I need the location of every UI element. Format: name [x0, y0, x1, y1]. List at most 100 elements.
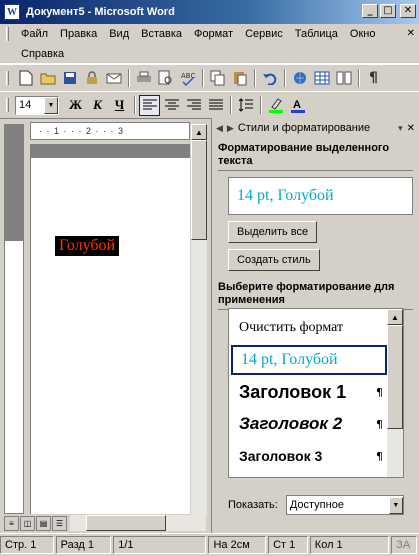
horizontal-ruler[interactable]: · · 1 · · · 2 · · · 3 [30, 122, 190, 140]
highlight-icon[interactable] [265, 95, 286, 116]
chevron-down-icon[interactable]: ▼ [388, 496, 403, 514]
style-heading-3[interactable]: Заголовок 3 ¶ [231, 441, 387, 471]
horizontal-scroll-track[interactable] [70, 515, 206, 531]
window-title: Документ5 - Microsoft Word [26, 6, 175, 18]
align-left-icon[interactable] [139, 94, 160, 116]
line-spacing-icon[interactable] [235, 95, 256, 116]
ruler-marks: · · 1 · · · 2 · · · 3 [39, 126, 124, 136]
new-document-icon[interactable] [15, 68, 36, 89]
columns-icon[interactable] [333, 68, 354, 89]
style-heading-1[interactable]: Заголовок 1 ¶ [231, 377, 387, 407]
document-page[interactable]: Голубой [30, 144, 190, 514]
menu-insert[interactable]: Вставка [135, 28, 188, 40]
menu-edit[interactable]: Правка [54, 28, 103, 40]
outline-view-icon[interactable]: ☰ [52, 515, 67, 531]
italic-button[interactable]: К [87, 95, 108, 116]
email-icon[interactable] [103, 68, 124, 89]
menu-file[interactable]: Файл [15, 28, 54, 40]
align-center-icon[interactable] [161, 95, 182, 116]
font-size-select[interactable]: 14 ▼ [15, 95, 59, 115]
close-button[interactable]: ✕ [400, 4, 416, 18]
underline-button[interactable]: Ч [109, 95, 130, 116]
scroll-thumb[interactable] [387, 325, 403, 429]
toolbar-grip[interactable] [6, 98, 9, 112]
vertical-scrollbar[interactable]: ▲ [191, 124, 207, 516]
print-preview-icon[interactable] [155, 68, 176, 89]
svg-text:A: A [293, 99, 301, 111]
print-icon[interactable] [133, 68, 154, 89]
forward-arrow-icon[interactable]: ▶ [227, 123, 234, 134]
open-icon[interactable] [37, 68, 58, 89]
toolbar-grip[interactable] [6, 71, 9, 85]
menu-help[interactable]: Справка [15, 48, 70, 60]
pick-format-heading: Выберите форматирование для применения [218, 277, 413, 310]
underline-label: Ч [114, 97, 125, 112]
style-list[interactable]: Очистить формат 14 pt, Голубой Заголовок… [228, 308, 404, 478]
bold-label: Ж [69, 97, 82, 112]
font-color-icon[interactable]: A [287, 95, 308, 116]
show-select[interactable]: Доступное ▼ [285, 495, 404, 515]
menu-tools[interactable]: Сервис [239, 28, 289, 40]
toolbar-separator [128, 69, 130, 87]
status-pages[interactable]: 1/1 [113, 536, 207, 554]
menu-table[interactable]: Таблица [289, 28, 344, 40]
print-view-icon[interactable]: ▤ [36, 515, 51, 531]
task-pane-menu-icon[interactable]: ▾ [398, 123, 403, 134]
menu-view[interactable]: Вид [103, 28, 135, 40]
vertical-ruler[interactable] [4, 124, 24, 514]
status-position[interactable]: На 2см [208, 536, 267, 554]
style-label: Заголовок 1 [239, 381, 347, 402]
menu-bar: Файл Правка Вид Вставка Формат Сервис Та… [0, 24, 419, 64]
document-text[interactable]: Голубой [55, 236, 120, 256]
scroll-thumb[interactable] [191, 140, 207, 240]
chevron-down-icon[interactable]: ▼ [44, 96, 58, 114]
paragraph-mark-icon: ¶ [376, 449, 383, 463]
normal-view-icon[interactable]: ≡ [4, 515, 19, 531]
style-clear-format[interactable]: Очистить формат [231, 313, 387, 343]
justify-icon[interactable] [205, 95, 226, 116]
selected-format-box[interactable]: 14 pt, Голубой [228, 177, 413, 215]
select-all-button[interactable]: Выделить все [228, 221, 318, 243]
style-heading-2[interactable]: Заголовок 2 ¶ [231, 409, 387, 439]
bold-button[interactable]: Ж [65, 95, 86, 116]
minimize-button[interactable]: _ [362, 4, 378, 18]
horizontal-scrollbar: ≡ ◫ ▤ ☰ [4, 514, 206, 532]
paragraph-mark-icon[interactable]: ¶ [363, 68, 384, 89]
task-pane-title[interactable]: Стили и форматирование [238, 122, 394, 134]
menu-window[interactable]: Окно [344, 28, 382, 40]
status-line[interactable]: Ст 1 [268, 536, 308, 554]
horizontal-scroll-thumb[interactable] [86, 515, 166, 531]
task-pane-close-icon[interactable]: ✕ [407, 123, 419, 134]
status-record[interactable]: ЗА [391, 536, 418, 554]
scroll-up-button[interactable]: ▲ [387, 309, 403, 325]
undo-icon[interactable] [259, 68, 280, 89]
spelling-icon[interactable]: ABC [177, 68, 198, 89]
table-icon[interactable] [311, 68, 332, 89]
menu-grip[interactable] [6, 27, 9, 41]
status-column[interactable]: Кол 1 [309, 536, 390, 554]
new-style-button[interactable]: Создать стиль [228, 249, 320, 271]
copy-icon[interactable] [207, 68, 228, 89]
window-controls: _ □ ✕ [362, 4, 416, 18]
toolbar-separator [284, 69, 286, 87]
show-filter-row: Показать: Доступное ▼ [228, 495, 404, 515]
style-label: 14 pt, Голубой [241, 351, 338, 368]
close-document-button[interactable]: ✕ [407, 28, 415, 39]
style-selected-format[interactable]: 14 pt, Голубой [231, 345, 387, 375]
hyperlink-icon[interactable] [289, 68, 310, 89]
word-app-icon[interactable]: W [4, 4, 20, 20]
back-arrow-icon[interactable]: ◀ [216, 123, 223, 134]
paste-icon[interactable] [229, 68, 250, 89]
paragraph-mark-icon: ¶ [376, 417, 383, 431]
style-list-scrollbar[interactable]: ▲ [387, 309, 403, 477]
scroll-up-button[interactable]: ▲ [191, 124, 207, 140]
selected-text-heading: Форматирование выделенного текста [218, 138, 413, 171]
web-view-icon[interactable]: ◫ [20, 515, 35, 531]
status-page[interactable]: Стр. 1 [0, 536, 54, 554]
maximize-button[interactable]: □ [380, 4, 396, 18]
menu-format[interactable]: Формат [188, 28, 239, 40]
align-right-icon[interactable] [183, 95, 204, 116]
status-section[interactable]: Разд 1 [55, 536, 112, 554]
permission-icon[interactable] [81, 68, 102, 89]
save-icon[interactable] [59, 68, 80, 89]
